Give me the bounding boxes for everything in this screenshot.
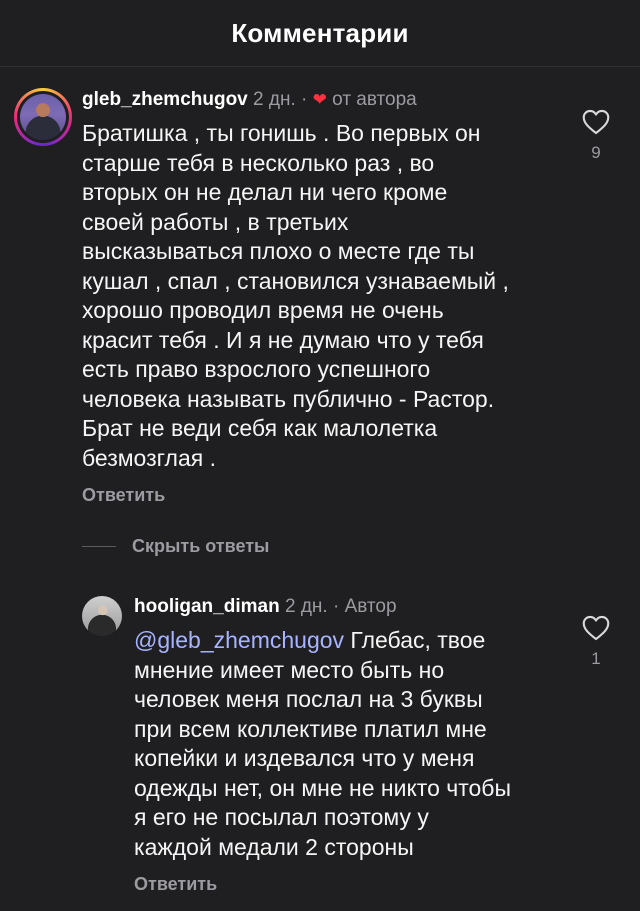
- avatar-story-ring: [17, 91, 69, 143]
- reply-like-column: 1: [576, 615, 616, 669]
- mention-link[interactable]: @gleb_zhemchugov: [134, 627, 344, 653]
- comment-text-line: высказываться плохо о месте где ты: [82, 238, 475, 264]
- meta-separator: ·: [332, 596, 340, 617]
- comment-text-line: Брат не веди себя как малолетка: [82, 415, 438, 441]
- comment-text-line: есть право взрослого успешного: [82, 356, 431, 382]
- comment-time: 2 дн.: [253, 89, 296, 110]
- reply-text-line: человек меня послал на 3 буквы: [134, 686, 483, 712]
- comment-text-line: красит тебя . И я не думаю что у тебя: [82, 326, 484, 353]
- reply-text-line: одежды нет, он мне не никто чтобы: [134, 774, 512, 801]
- reply-time: 2 дн.: [284, 596, 328, 617]
- page-title: Комментарии: [231, 17, 409, 48]
- like-column: 9: [576, 109, 616, 163]
- comment-text-line: Братишка , ты гонишь . Во первых он: [82, 120, 481, 146]
- reply-text: @gleb_zhemchugov Глебас, твое мнение имее…: [134, 626, 574, 862]
- hide-replies-line: [82, 546, 116, 547]
- comment-text-line: старше тебя в несколько раз , во: [82, 149, 435, 176]
- like-count: 1: [591, 649, 601, 668]
- reply-text-line: каждой медали 2 стороны: [134, 833, 414, 860]
- comment-header: gleb_zhemchugov 2 дн. · ❤ от автора: [82, 89, 417, 111]
- comment-text-line: безмозглая .: [82, 444, 216, 471]
- header-divider: [0, 66, 640, 67]
- reply-text-line: @gleb_zhemchugov Глебас, твое: [134, 626, 574, 656]
- heart-outline-icon[interactable]: [582, 615, 610, 641]
- meta-separator: ·: [301, 89, 308, 110]
- reply-button[interactable]: Ответить: [134, 874, 217, 895]
- by-author-label: от автора: [332, 89, 417, 110]
- reply-text-segment: Глебас, твое: [344, 627, 486, 653]
- comment-text: Братишка , ты гонишь . Во первых он старш…: [82, 119, 572, 473]
- comment-text-line: хорошо проводил время не очень: [82, 297, 444, 323]
- avatar[interactable]: [14, 88, 72, 146]
- like-count: 9: [591, 143, 601, 162]
- avatar-image: [20, 94, 66, 140]
- comment-text-line: человека называть публично - Растор.: [82, 385, 495, 412]
- comment-username[interactable]: gleb_zhemchugov: [82, 89, 248, 110]
- comment-text-line: вторых он не делал ни чего кроме: [82, 179, 448, 205]
- author-badge: Автор: [344, 596, 397, 617]
- comment-text-line: кушал , спал , становился узнаваемый ,: [82, 267, 509, 294]
- reply-text-line: мнение имеет место быть но: [134, 656, 445, 683]
- reply-text-line: я его не посылал поэтому у: [134, 804, 429, 830]
- heart-filled-icon: ❤: [312, 90, 327, 109]
- comment-text-line: своей работы , в третьих: [82, 208, 349, 235]
- reply-header: hooligan_diman 2 дн. · Автор: [134, 596, 397, 618]
- reply-text-line: при всем коллективе платил мне: [134, 715, 487, 742]
- hide-replies-button[interactable]: Скрыть ответы: [132, 536, 269, 557]
- header: Комментарии: [0, 0, 640, 66]
- heart-outline-icon[interactable]: [582, 109, 610, 135]
- reply-text-line: копейки и издевался что у меня: [134, 745, 475, 771]
- reply-button[interactable]: Ответить: [82, 485, 165, 506]
- reply-avatar[interactable]: [82, 596, 122, 636]
- reply-username[interactable]: hooligan_diman: [134, 596, 280, 617]
